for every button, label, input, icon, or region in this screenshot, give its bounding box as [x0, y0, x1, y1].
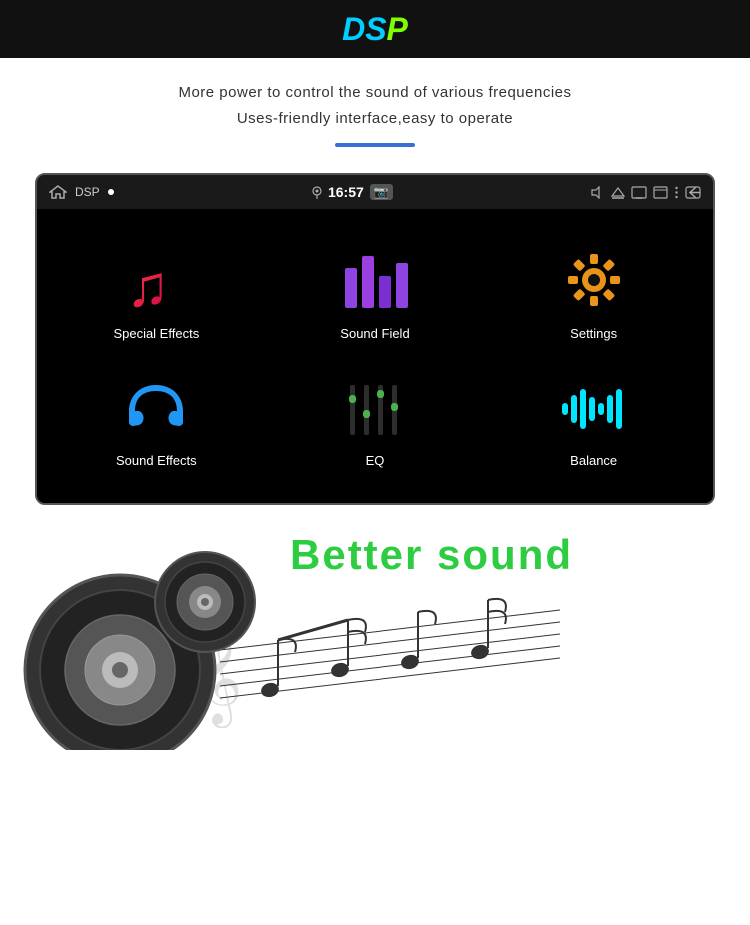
app-item-sound-field[interactable]: Sound Field [266, 229, 485, 356]
better-sound-text: Better sound [290, 530, 730, 750]
home-icon [49, 185, 67, 199]
eject-icon [611, 186, 625, 199]
status-left: DSP [49, 185, 114, 199]
sound-effects-icon [120, 371, 192, 443]
dot-icon [108, 189, 114, 195]
special-effects-icon: ♫ [120, 244, 192, 316]
app-item-special-effects[interactable]: ♫ Special Effects [47, 229, 266, 356]
subtitle-line2: Uses-friendly interface,easy to operate [40, 106, 710, 132]
menu-icon [674, 186, 679, 199]
eq-label: EQ [366, 453, 385, 468]
balance-label: Balance [570, 453, 617, 468]
screen-icon [631, 186, 647, 199]
subtitle-line1: More power to control the sound of vario… [40, 80, 710, 106]
app-item-sound-effects[interactable]: Sound Effects [47, 356, 266, 483]
sound-field-label: Sound Field [340, 326, 409, 341]
location-icon [312, 186, 322, 199]
better-sound-section: Better sound [0, 510, 750, 750]
settings-icon [558, 244, 630, 316]
better-sound-title: Better sound [290, 530, 573, 580]
title-s: S [365, 11, 386, 47]
page-title: DSP [342, 11, 408, 48]
settings-label: Settings [570, 326, 617, 341]
window-icon [653, 186, 668, 199]
divider [335, 143, 415, 147]
sound-effects-label: Sound Effects [116, 453, 197, 468]
status-time: 16:57 [328, 184, 364, 200]
status-right [591, 186, 701, 199]
camera-icon[interactable]: 📷 [370, 184, 393, 200]
svg-text:♫: ♫ [126, 254, 170, 313]
app-grid: ♫ Special Effects [37, 209, 713, 503]
app-name-status: DSP [75, 185, 100, 199]
app-item-settings[interactable]: Settings [484, 229, 703, 356]
title-p: P [387, 11, 408, 47]
eq-icon [339, 371, 411, 443]
back-icon[interactable] [685, 186, 701, 199]
special-effects-label: Special Effects [113, 326, 199, 341]
balance-icon [558, 371, 630, 443]
sound-field-icon [339, 244, 411, 316]
app-item-balance[interactable]: Balance [484, 356, 703, 483]
status-center: 16:57 📷 [312, 184, 393, 200]
android-screen: DSP 16:57 📷 [35, 173, 715, 505]
status-bar: DSP 16:57 📷 [37, 175, 713, 209]
volume-icon [591, 186, 605, 199]
app-item-eq[interactable]: EQ [266, 356, 485, 483]
header-bar: DSP [0, 0, 750, 58]
subtitle-section: More power to control the sound of vario… [0, 58, 750, 173]
title-d: D [342, 11, 365, 47]
speaker-illustration [10, 530, 270, 750]
